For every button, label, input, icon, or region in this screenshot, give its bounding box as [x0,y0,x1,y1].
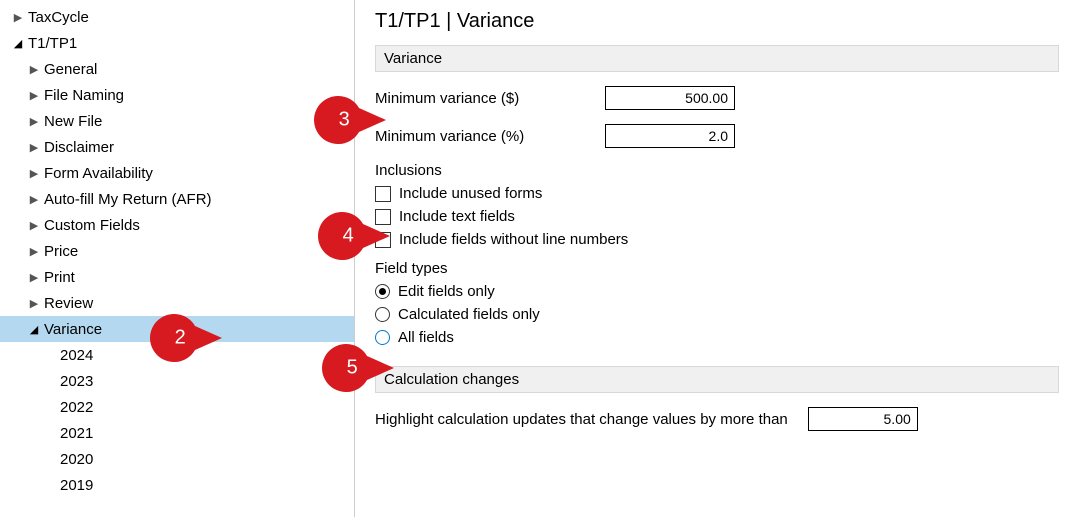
caret-right-icon: ▶ [26,63,42,76]
tree-item-2024[interactable]: ▶ 2024 [0,342,354,368]
caret-right-icon: ▶ [26,297,42,310]
main-panel: T1/TP1 | Variance Variance Minimum varia… [355,0,1071,517]
checkbox-icon [375,186,391,202]
caret-right-icon: ▶ [10,11,26,24]
row-calc-highlight: Highlight calculation updates that chang… [375,407,1059,431]
field-types-heading: Field types [375,260,1059,277]
tree-item-file-naming[interactable]: ▶ File Naming [0,82,354,108]
tree-item-new-file[interactable]: ▶ New File [0,108,354,134]
check-include-noline[interactable]: Include fields without line numbers [375,231,1059,248]
tree-item-2019[interactable]: ▶ 2019 [0,472,354,498]
tree-label: TaxCycle [26,9,89,26]
tree-item-2021[interactable]: ▶ 2021 [0,420,354,446]
tree-item-general[interactable]: ▶ General [0,56,354,82]
tree-item-2022[interactable]: ▶ 2022 [0,394,354,420]
tree-label: 2021 [58,425,93,442]
calc-highlight-label: Highlight calculation updates that chang… [375,411,788,428]
caret-down-icon: ◢ [26,323,42,336]
tree-label: File Naming [42,87,124,104]
caret-down-icon: ◢ [10,37,26,50]
row-min-var-dollar: Minimum variance ($) [375,86,1059,110]
radio-label: Edit fields only [398,283,495,300]
tree-item-2023[interactable]: ▶ 2023 [0,368,354,394]
tree-label: 2024 [58,347,93,364]
caret-right-icon: ▶ [26,115,42,128]
min-var-dollar-input[interactable] [605,86,735,110]
tree-label: Disclaimer [42,139,114,156]
check-label: Include text fields [399,208,515,225]
radio-icon [375,284,390,299]
caret-right-icon: ▶ [26,141,42,154]
tree-item-review[interactable]: ▶ Review [0,290,354,316]
caret-right-icon: ▶ [26,89,42,102]
caret-right-icon: ▶ [26,245,42,258]
calc-section: Calculation changes Highlight calculatio… [375,366,1059,431]
tree-label: Variance [42,321,102,338]
radio-edit-fields[interactable]: Edit fields only [375,283,1059,300]
tree-item-taxcycle[interactable]: ▶ TaxCycle [0,4,354,30]
check-label: Include fields without line numbers [399,231,628,248]
radio-all-fields[interactable]: All fields [375,329,1059,346]
calc-highlight-input[interactable] [808,407,918,431]
caret-right-icon: ▶ [26,219,42,232]
tree-label: T1/TP1 [26,35,77,52]
tree-item-2020[interactable]: ▶ 2020 [0,446,354,472]
row-min-var-pct: Minimum variance (%) [375,124,1059,148]
tree-item-print[interactable]: ▶ Print [0,264,354,290]
tree-item-variance[interactable]: ◢ Variance [0,316,354,342]
radio-icon [375,307,390,322]
tree-item-disclaimer[interactable]: ▶ Disclaimer [0,134,354,160]
check-include-unused[interactable]: Include unused forms [375,185,1059,202]
tree-label: 2020 [58,451,93,468]
tree-item-t1tp1[interactable]: ◢ T1/TP1 [0,30,354,56]
section-variance-header: Variance [375,45,1059,72]
min-var-pct-label: Minimum variance (%) [375,128,605,145]
caret-right-icon: ▶ [26,167,42,180]
caret-right-icon: ▶ [26,193,42,206]
tree-item-price[interactable]: ▶ Price [0,238,354,264]
tree-label: Price [42,243,78,260]
tree-label: General [42,61,97,78]
check-include-text[interactable]: Include text fields [375,208,1059,225]
tree-label: Form Availability [42,165,153,182]
tree-label: 2023 [58,373,93,390]
tree-label: New File [42,113,102,130]
checkbox-icon [375,209,391,225]
tree-label: 2019 [58,477,93,494]
caret-right-icon: ▶ [26,271,42,284]
check-label: Include unused forms [399,185,542,202]
tree-item-autofill[interactable]: ▶ Auto-fill My Return (AFR) [0,186,354,212]
min-var-dollar-label: Minimum variance ($) [375,90,605,107]
tree-label: Print [42,269,75,286]
min-var-pct-input[interactable] [605,124,735,148]
radio-label: All fields [398,329,454,346]
tree-item-custom-fields[interactable]: ▶ Custom Fields [0,212,354,238]
tree-label: Auto-fill My Return (AFR) [42,191,212,208]
inclusions-heading: Inclusions [375,162,1059,179]
tree-item-form-availability[interactable]: ▶ Form Availability [0,160,354,186]
section-calc-header: Calculation changes [375,366,1059,393]
radio-label: Calculated fields only [398,306,540,323]
tree-label: Review [42,295,93,312]
radio-calculated-fields[interactable]: Calculated fields only [375,306,1059,323]
page-title: T1/TP1 | Variance [375,10,1059,33]
radio-icon [375,330,390,345]
tree-label: Custom Fields [42,217,140,234]
checkbox-icon [375,232,391,248]
sidebar-tree: ▶ TaxCycle ◢ T1/TP1 ▶ General ▶ File Nam… [0,0,355,517]
tree-label: 2022 [58,399,93,416]
